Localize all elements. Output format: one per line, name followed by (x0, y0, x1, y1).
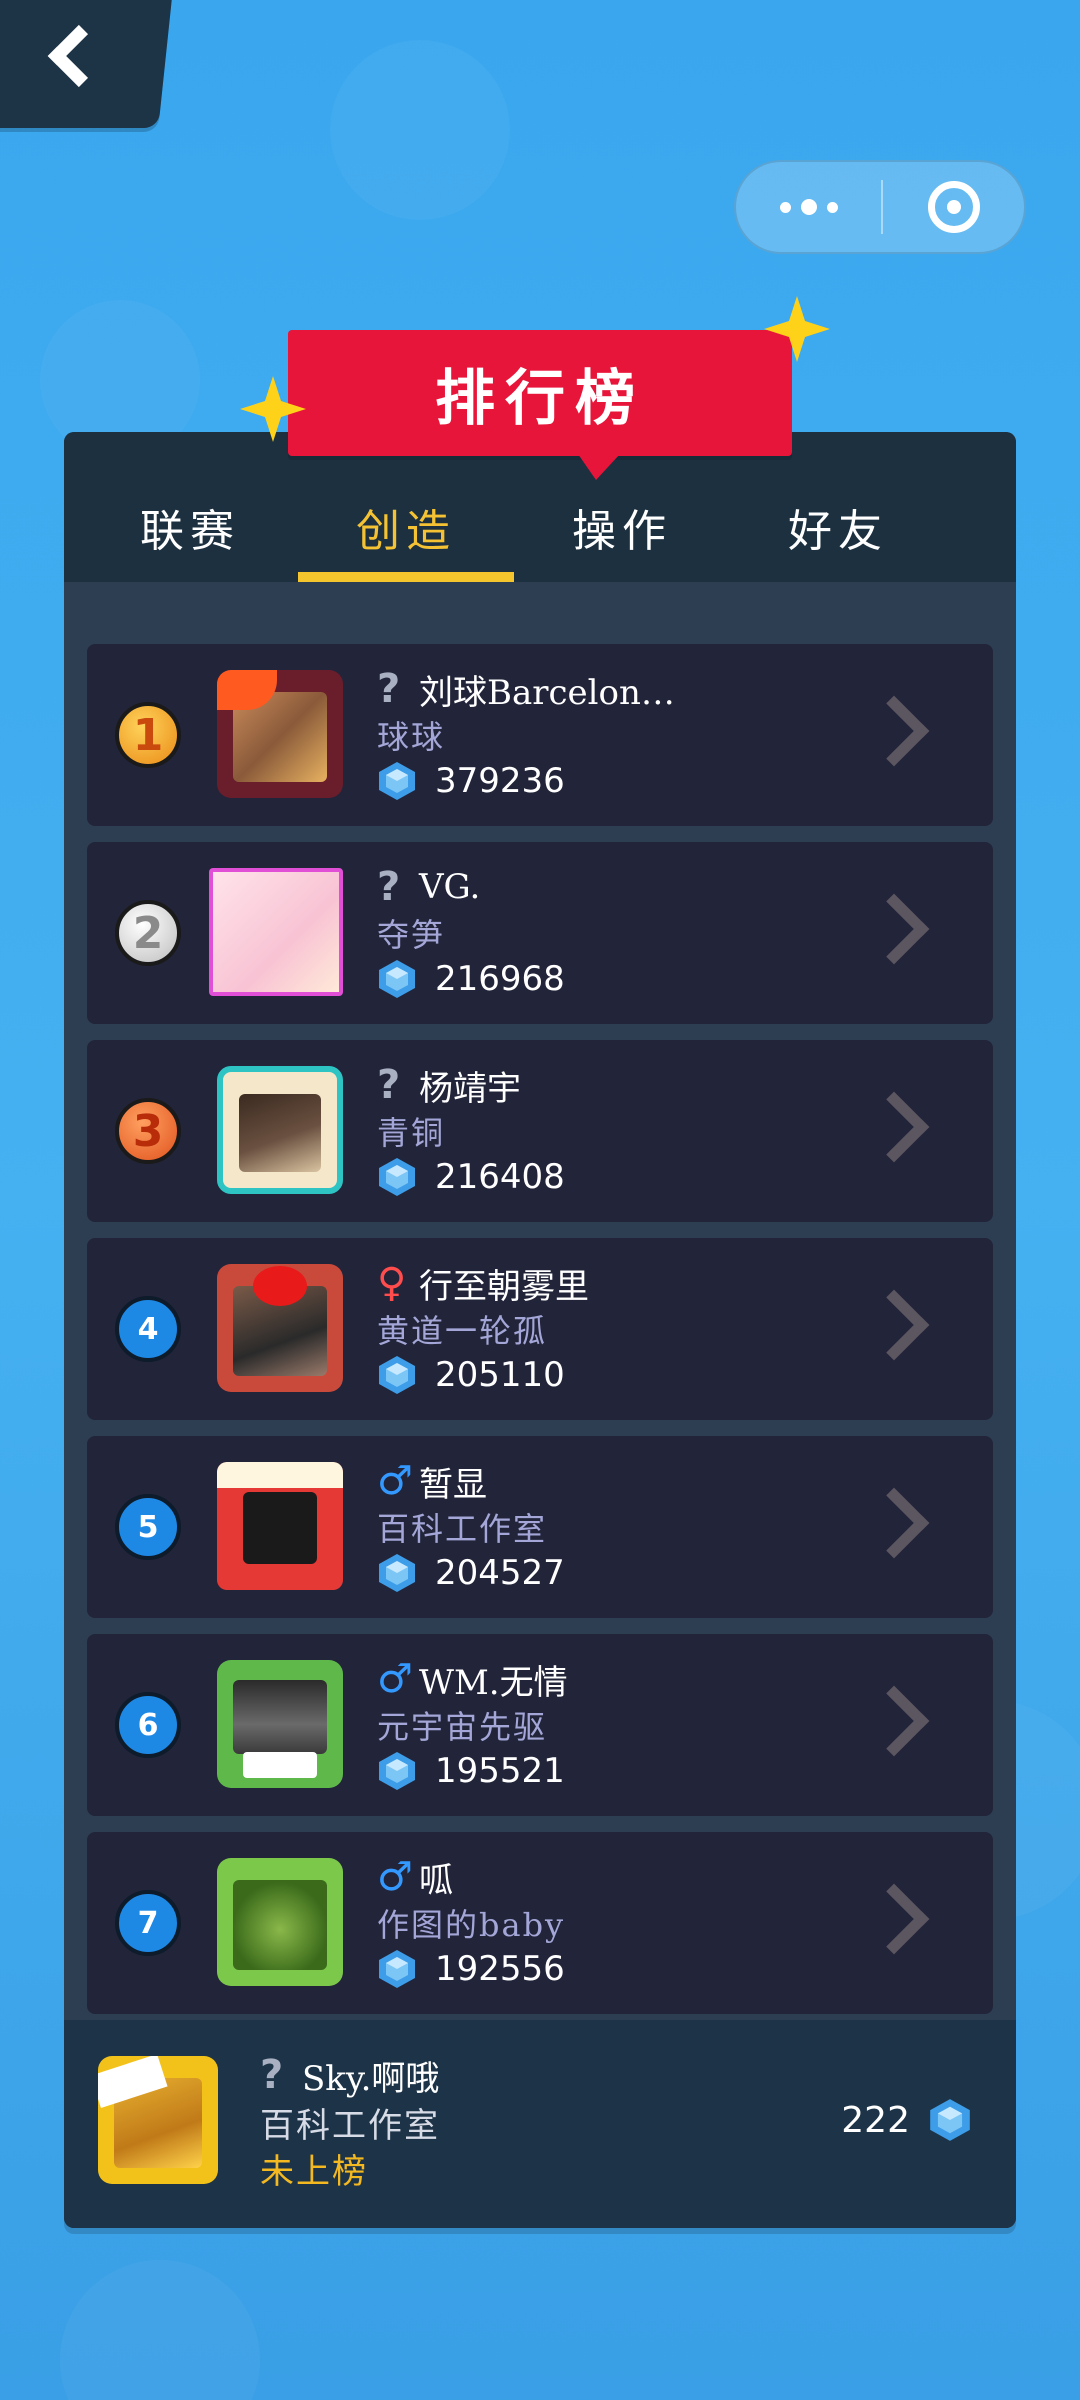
chevron-right-icon (858, 1685, 930, 1757)
my-score: 222 (841, 2098, 972, 2142)
rank-number-badge: 6 (115, 1692, 181, 1758)
chevron-left-icon (47, 24, 110, 88)
ranking-list: 1 ? 刘球Barcelon… 球球 379236 2 ? VG. 夺笋 21696… (87, 612, 993, 2228)
page-title: 排行榜 (435, 363, 645, 434)
rank-number-badge: 7 (115, 1890, 181, 1956)
chevron-right-icon (858, 893, 930, 965)
my-avatar (98, 2056, 218, 2184)
player-title: 元宇宙先驱 (377, 1708, 548, 1746)
gem-icon (379, 762, 415, 800)
avatar (217, 1660, 343, 1788)
ranking-row[interactable]: 6 ♂ WM.无情 元宇宙先驱 195521 (87, 1634, 993, 1816)
gender-unknown-icon: ? (377, 1062, 401, 1108)
close-mini-program-button[interactable] (883, 162, 1024, 252)
rank-number-badge: 5 (115, 1494, 181, 1560)
player-score: 379236 (435, 761, 565, 801)
chevron-right-icon (858, 1091, 930, 1163)
player-name: 刘球Barcelon… (419, 672, 675, 713)
player-score: 216408 (435, 1157, 565, 1197)
player-title: 青铜 (377, 1114, 446, 1152)
player-score: 192556 (435, 1949, 565, 1989)
ranking-row[interactable]: 4 ♀ 行至朝雾里 黄道一轮孤 205110 (87, 1238, 993, 1420)
gem-icon (379, 960, 415, 998)
ranking-row[interactable]: 2 ? VG. 夺笋 216968 (87, 842, 993, 1024)
chevron-right-icon (858, 1883, 930, 1955)
chevron-right-icon (858, 1289, 930, 1361)
gender-male-icon: ♂ (377, 1458, 413, 1504)
leaderboard-ribbon: 排行榜 (288, 330, 792, 480)
player-score: 205110 (435, 1355, 565, 1395)
player-title: 球球 (377, 718, 446, 756)
gem-icon (379, 1158, 415, 1196)
star-icon (764, 296, 830, 362)
ranking-row[interactable]: 5 ♂ 暂显 百科工作室 204527 (87, 1436, 993, 1618)
player-name: 行至朝雾里 (419, 1266, 589, 1307)
avatar (217, 1462, 343, 1590)
gem-icon (379, 1752, 415, 1790)
target-circle-icon (927, 181, 980, 233)
avatar (217, 670, 343, 798)
player-title: 黄道一轮孤 (377, 1312, 548, 1350)
chevron-right-icon (858, 695, 930, 767)
player-title: 百科工作室 (377, 1510, 548, 1548)
my-score-value: 222 (841, 2099, 910, 2141)
my-name: Sky.啊哦 (302, 2058, 440, 2099)
player-name: VG. (419, 867, 481, 907)
more-dots-icon (800, 199, 817, 215)
chevron-right-icon (858, 1487, 930, 1559)
player-info: ♀ 行至朝雾里 黄道一轮孤 205110 (377, 1260, 857, 1398)
player-score: 216968 (435, 959, 565, 999)
back-button[interactable] (0, 0, 172, 128)
player-score: 195521 (435, 1751, 565, 1791)
my-info: ? Sky.啊哦 百科工作室 未上榜 (260, 2052, 740, 2192)
ribbon-tail (578, 454, 620, 480)
ranking-row[interactable]: 1 ? 刘球Barcelon… 球球 379236 (87, 644, 993, 826)
player-title: 夺笋 (377, 916, 446, 954)
player-name: 呱 (419, 1860, 453, 1901)
rank-bronze-medal-icon: 3 (115, 1098, 181, 1164)
player-info: ? 杨靖宇 青铜 216408 (377, 1062, 857, 1200)
background-decoration (60, 2260, 260, 2400)
player-info: ? VG. 夺笋 216968 (377, 864, 857, 1002)
player-info: ♂ 呱 作图的baby 192556 (377, 1854, 857, 1992)
ranking-row[interactable]: 7 ♂ 呱 作图的baby 192556 (87, 1832, 993, 2014)
my-title: 百科工作室 (260, 2106, 440, 2146)
gem-icon (379, 1356, 415, 1394)
gender-unknown-icon: ? (377, 864, 401, 910)
ranking-row[interactable]: 3 ? 杨靖宇 青铜 216408 (87, 1040, 993, 1222)
player-info: ♂ 暂显 百科工作室 204527 (377, 1458, 857, 1596)
gender-female-icon: ♀ (377, 1260, 407, 1306)
more-dots-icon (826, 201, 838, 213)
player-name: 暂显 (419, 1464, 487, 1505)
avatar (217, 1264, 343, 1392)
gem-icon (930, 2099, 970, 2141)
avatar (217, 1858, 343, 1986)
avatar (217, 1066, 343, 1194)
rank-gold-medal-icon: 1 (115, 702, 181, 768)
my-rank-bar: ? Sky.啊哦 百科工作室 未上榜 222 (64, 2020, 1016, 2228)
player-score: 204527 (435, 1553, 565, 1593)
gem-icon (379, 1554, 415, 1592)
player-title: 作图的baby (377, 1906, 566, 1944)
gender-unknown-icon: ? (260, 2052, 284, 2098)
player-info: ? 刘球Barcelon… 球球 379236 (377, 666, 857, 804)
rank-silver-medal-icon: 2 (115, 900, 181, 966)
gender-male-icon: ♂ (377, 1656, 413, 1702)
avatar (209, 868, 343, 996)
tab-league[interactable]: 联赛 (82, 432, 298, 582)
background-decoration (330, 40, 510, 220)
my-rank-status: 未上榜 (260, 2152, 368, 2192)
more-dots-icon (779, 201, 791, 213)
gender-unknown-icon: ? (377, 666, 401, 712)
gem-icon (379, 1950, 415, 1988)
more-button[interactable] (736, 162, 881, 252)
player-name: 杨靖宇 (419, 1068, 521, 1109)
player-info: ♂ WM.无情 元宇宙先驱 195521 (377, 1656, 857, 1794)
player-name: WM.无情 (419, 1662, 568, 1703)
leaderboard-panel: 联赛 创造 操作 好友 1 ? 刘球Barcelon… 球球 379236 2 ?… (64, 432, 1016, 2228)
gender-male-icon: ♂ (377, 1854, 413, 1900)
mini-program-capsule (734, 160, 1026, 254)
rank-number-badge: 4 (115, 1296, 181, 1362)
star-icon (240, 376, 306, 442)
